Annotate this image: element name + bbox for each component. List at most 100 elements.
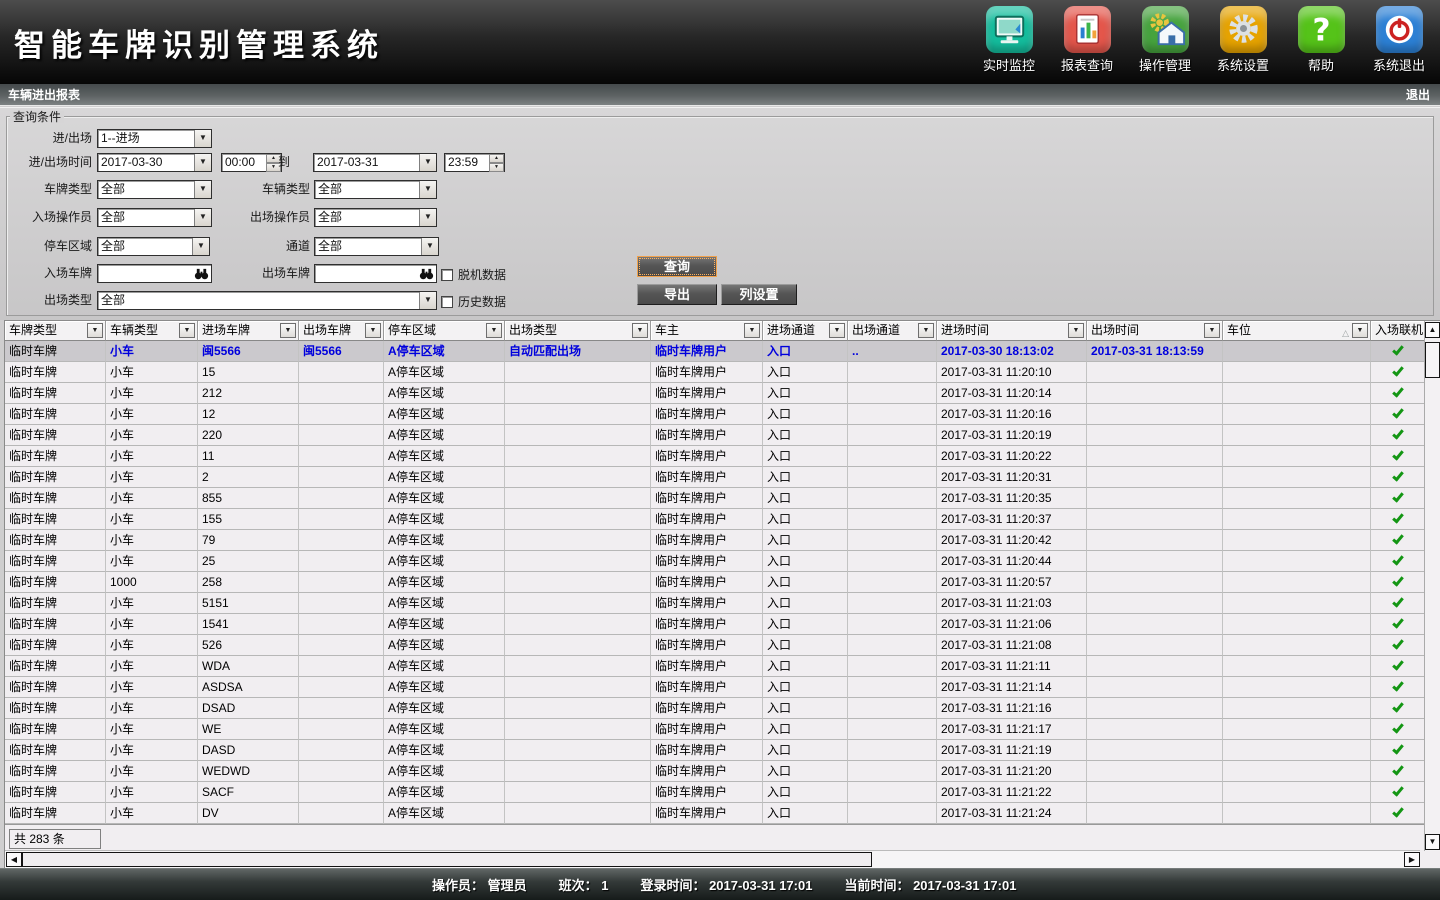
chevron-down-icon[interactable]: ▼: [419, 292, 436, 309]
chevron-down-icon[interactable]: ▼: [419, 154, 436, 171]
nav-help[interactable]: ?帮助: [1282, 6, 1360, 74]
scroll-up-icon[interactable]: ▲: [1425, 322, 1440, 338]
table-row[interactable]: 临时车牌小车855A停车区域临时车牌用户入口2017-03-31 11:20:3…: [5, 488, 1425, 509]
scroll-left-icon[interactable]: ◀: [6, 852, 22, 867]
chevron-down-icon[interactable]: ▼: [194, 154, 211, 171]
column-filter-icon[interactable]: ▼: [365, 323, 381, 338]
column-header-8[interactable]: 进场通道▼: [763, 321, 848, 341]
binoculars-search-icon[interactable]: [194, 267, 209, 280]
parking-area-select[interactable]: 全部▼: [97, 237, 210, 256]
table-row[interactable]: 临时车牌小车SACFA停车区域临时车牌用户入口2017-03-31 11:21:…: [5, 782, 1425, 803]
column-filter-icon[interactable]: ▼: [280, 323, 296, 338]
table-row[interactable]: 临时车牌小车12A停车区域临时车牌用户入口2017-03-31 11:20:16: [5, 404, 1425, 425]
offline-data-checkbox[interactable]: 脱机数据: [441, 266, 506, 283]
monitor-icon[interactable]: [986, 6, 1033, 53]
table-row[interactable]: 临时车牌小车WEA停车区域临时车牌用户入口2017-03-31 11:21:17: [5, 719, 1425, 740]
export-button[interactable]: 导出: [637, 284, 717, 305]
table-row[interactable]: 临时车牌小车WEDWDA停车区域临时车牌用户入口2017-03-31 11:21…: [5, 761, 1425, 782]
chevron-down-icon[interactable]: ▼: [194, 130, 211, 147]
chevron-down-icon[interactable]: ▼: [192, 238, 209, 255]
scroll-down-icon[interactable]: ▼: [1425, 834, 1440, 850]
column-filter-icon[interactable]: ▼: [632, 323, 648, 338]
column-header-5[interactable]: 停车区域▼: [384, 321, 505, 341]
chevron-down-icon[interactable]: ▼: [421, 238, 438, 255]
table-row[interactable]: 临时车牌小车155A停车区域临时车牌用户入口2017-03-31 11:20:3…: [5, 509, 1425, 530]
column-header-4[interactable]: 出场车牌▼: [299, 321, 384, 341]
table-row[interactable]: 临时车牌小车DSADA停车区域临时车牌用户入口2017-03-31 11:21:…: [5, 698, 1425, 719]
column-filter-icon[interactable]: ▼: [1068, 323, 1084, 338]
column-header-1[interactable]: 车牌类型▼: [5, 321, 106, 341]
exit-operator-select[interactable]: 全部▼: [314, 208, 437, 227]
date-to-select[interactable]: 2017-03-31▼: [313, 153, 437, 172]
help-icon[interactable]: ?: [1298, 6, 1345, 53]
column-filter-icon[interactable]: ▼: [87, 323, 103, 338]
operation-icon[interactable]: [1142, 6, 1189, 53]
table-row[interactable]: 临时车牌小车79A停车区域临时车牌用户入口2017-03-31 11:20:42: [5, 530, 1425, 551]
vertical-scroll-thumb[interactable]: [1425, 342, 1440, 378]
checkbox-box[interactable]: [441, 269, 453, 281]
time-to-spinner[interactable]: 23:59 ▲▼: [444, 153, 505, 172]
checkbox-box[interactable]: [441, 296, 453, 308]
settings-gear-icon[interactable]: [1220, 6, 1267, 53]
spin-down-icon[interactable]: ▼: [489, 163, 504, 172]
column-filter-icon[interactable]: ▼: [829, 323, 845, 338]
table-row[interactable]: 临时车牌小车5151A停车区域临时车牌用户入口2017-03-31 11:21:…: [5, 593, 1425, 614]
power-icon[interactable]: [1376, 6, 1423, 53]
vertical-scrollbar[interactable]: ▲ ▼: [1424, 321, 1440, 851]
horizontal-scrollbar[interactable]: ◀ ▶: [5, 850, 1420, 868]
column-header-2[interactable]: 车辆类型▼: [106, 321, 198, 341]
nav-report-query[interactable]: 报表查询: [1048, 6, 1126, 74]
column-header-11[interactable]: 出场时间▼: [1087, 321, 1223, 341]
column-filter-icon[interactable]: ▼: [179, 323, 195, 338]
table-row[interactable]: 临时车牌小车WDAA停车区域临时车牌用户入口2017-03-31 11:21:1…: [5, 656, 1425, 677]
column-header-7[interactable]: 车主▼: [651, 321, 763, 341]
table-row[interactable]: 临时车牌小车11A停车区域临时车牌用户入口2017-03-31 11:20:22: [5, 446, 1425, 467]
column-header-10[interactable]: 进场时间▼: [937, 321, 1087, 341]
table-row[interactable]: 临时车牌小车25A停车区域临时车牌用户入口2017-03-31 11:20:44: [5, 551, 1425, 572]
table-row[interactable]: 临时车牌小车闽5566闽5566A停车区域自动匹配出场临时车牌用户入口..201…: [5, 341, 1425, 362]
table-row[interactable]: 临时车牌小车15A停车区域临时车牌用户入口2017-03-31 11:20:10: [5, 362, 1425, 383]
chevron-down-icon[interactable]: ▼: [194, 209, 211, 226]
binoculars-search-icon[interactable]: [419, 267, 434, 280]
table-row[interactable]: 临时车牌小车DVA停车区域临时车牌用户入口2017-03-31 11:21:24: [5, 803, 1425, 824]
exit-button[interactable]: 退出: [1406, 86, 1440, 103]
column-header-3[interactable]: 进场车牌▼: [198, 321, 299, 341]
chevron-down-icon[interactable]: ▼: [194, 181, 211, 198]
nav-realtime-monitor[interactable]: 实时监控: [970, 6, 1048, 74]
date-from-select[interactable]: 2017-03-30▼: [97, 153, 212, 172]
column-header-9[interactable]: 出场通道▼: [848, 321, 937, 341]
table-row[interactable]: 临时车牌小车526A停车区域临时车牌用户入口2017-03-31 11:21:0…: [5, 635, 1425, 656]
column-filter-icon[interactable]: ▼: [918, 323, 934, 338]
chevron-down-icon[interactable]: ▼: [419, 181, 436, 198]
table-row[interactable]: 临时车牌小车1541A停车区域临时车牌用户入口2017-03-31 11:21:…: [5, 614, 1425, 635]
channel-select[interactable]: 全部▼: [314, 237, 439, 256]
history-data-checkbox[interactable]: 历史数据: [441, 293, 506, 310]
column-header-13[interactable]: 入场联机: [1371, 321, 1425, 341]
table-row[interactable]: 临时车牌1000258A停车区域临时车牌用户入口2017-03-31 11:20…: [5, 572, 1425, 593]
table-row[interactable]: 临时车牌小车212A停车区域临时车牌用户入口2017-03-31 11:20:1…: [5, 383, 1425, 404]
nav-system-settings[interactable]: 系统设置: [1204, 6, 1282, 74]
column-filter-icon[interactable]: ▼: [1352, 323, 1368, 338]
search-button[interactable]: 查询: [637, 256, 717, 277]
table-row[interactable]: 临时车牌小车220A停车区域临时车牌用户入口2017-03-31 11:20:1…: [5, 425, 1425, 446]
vehicle-type-select[interactable]: 全部▼: [314, 180, 437, 199]
exit-type-select[interactable]: 全部▼: [97, 291, 437, 310]
inout-select[interactable]: 1--进场▼: [97, 129, 212, 148]
table-row[interactable]: 临时车牌小车ASDSAA停车区域临时车牌用户入口2017-03-31 11:21…: [5, 677, 1425, 698]
column-filter-icon[interactable]: ▼: [744, 323, 760, 338]
table-row[interactable]: 临时车牌小车2A停车区域临时车牌用户入口2017-03-31 11:20:31: [5, 467, 1425, 488]
spin-up-icon[interactable]: ▲: [489, 154, 504, 163]
report-icon[interactable]: [1064, 6, 1111, 53]
column-header-6[interactable]: 出场类型▼: [505, 321, 651, 341]
horizontal-scroll-thumb[interactable]: [22, 852, 872, 867]
column-filter-icon[interactable]: ▼: [486, 323, 502, 338]
table-row[interactable]: 临时车牌小车DASDA停车区域临时车牌用户入口2017-03-31 11:21:…: [5, 740, 1425, 761]
exit-plate-input[interactable]: [314, 264, 437, 283]
nav-operation-manage[interactable]: 操作管理: [1126, 6, 1204, 74]
nav-system-exit[interactable]: 系统退出: [1360, 6, 1438, 74]
column-settings-button[interactable]: 列设置: [721, 284, 797, 305]
plate-type-select[interactable]: 全部▼: [97, 180, 212, 199]
column-header-12[interactable]: 车位△▼: [1223, 321, 1371, 341]
entry-plate-input[interactable]: [97, 264, 212, 283]
entry-operator-select[interactable]: 全部▼: [97, 208, 212, 227]
